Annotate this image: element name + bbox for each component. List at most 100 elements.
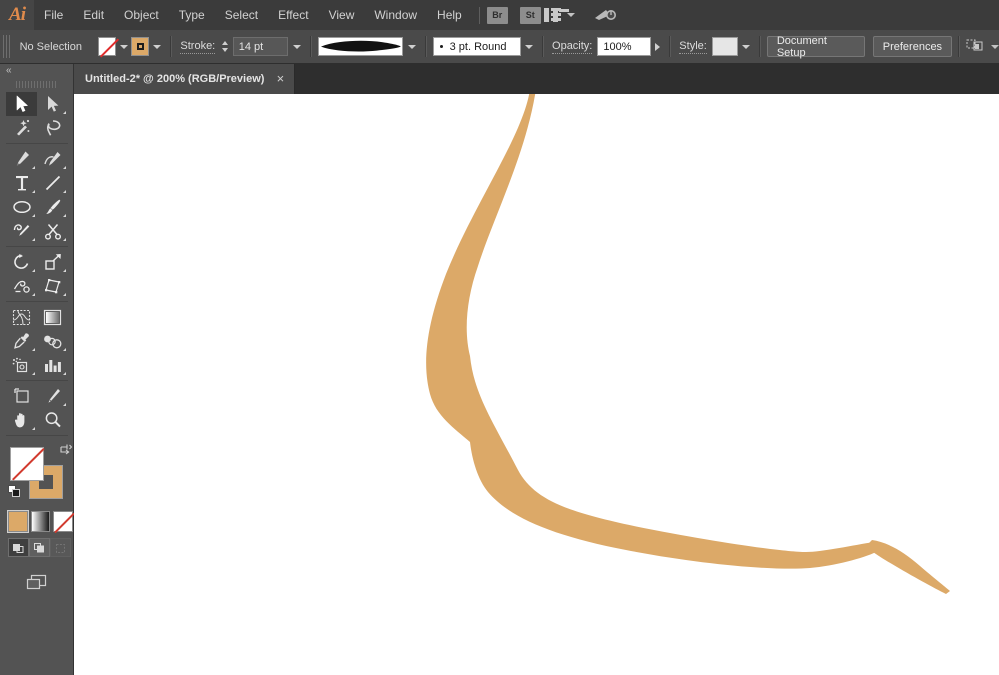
tool-ellipse[interactable]: [6, 195, 37, 219]
tools-panel-grip[interactable]: [16, 78, 58, 90]
flyout-triangle-icon: [63, 238, 66, 241]
tool-column-graph[interactable]: [37, 353, 68, 377]
control-bar-grip[interactable]: [3, 35, 12, 58]
flyout-triangle-icon: [32, 348, 35, 351]
artboard-canvas[interactable]: [74, 94, 999, 675]
opacity-expand-arrow[interactable]: [651, 37, 663, 56]
fill-color-swatch[interactable]: [10, 447, 44, 481]
tools-panel: «: [0, 64, 74, 675]
tool-mesh[interactable]: [6, 305, 37, 329]
flyout-triangle-icon: [63, 269, 66, 272]
control-divider-2: [310, 36, 312, 57]
stroke-swatch[interactable]: [131, 37, 149, 56]
tool-free-transform[interactable]: [37, 274, 68, 298]
tool-type[interactable]: [6, 171, 37, 195]
stroke-dropdown-arrow[interactable]: [150, 37, 164, 56]
tool-line-segment[interactable]: [37, 171, 68, 195]
opacity-input[interactable]: 100%: [597, 37, 651, 56]
tool-width-warp[interactable]: [6, 274, 37, 298]
bridge-button[interactable]: Br: [487, 7, 508, 24]
tool-pen[interactable]: [6, 147, 37, 171]
close-icon[interactable]: ×: [274, 73, 286, 85]
tool-slice[interactable]: [37, 384, 68, 408]
brush-definition-preview[interactable]: [318, 37, 404, 56]
fill-stroke-controls: [8, 445, 70, 505]
menu-view[interactable]: View: [319, 0, 365, 30]
style-label[interactable]: Style:: [679, 40, 707, 54]
menu-help[interactable]: Help: [427, 0, 472, 30]
selection-status: No Selection: [16, 41, 98, 53]
tool-hand[interactable]: [6, 408, 37, 432]
flyout-triangle-icon: [63, 111, 66, 114]
tool-shaper-pencil[interactable]: [6, 219, 37, 243]
tool-lasso[interactable]: [37, 116, 68, 140]
collapse-panel-icon[interactable]: «: [6, 66, 11, 76]
color-swatch-mode-button[interactable]: [8, 511, 28, 532]
tools-panel-header[interactable]: «: [0, 64, 73, 78]
draw-normal-button[interactable]: [8, 538, 29, 557]
flyout-triangle-icon: [32, 269, 35, 272]
tool-direct-selection[interactable]: [37, 92, 68, 116]
width-profile-field[interactable]: 3 pt. Round: [433, 37, 521, 56]
menu-edit[interactable]: Edit: [73, 0, 114, 30]
menu-object[interactable]: Object: [114, 0, 169, 30]
width-profile-label: 3 pt. Round: [450, 41, 507, 53]
tool-group-divider-5: [6, 432, 68, 439]
swap-fill-stroke-icon[interactable]: [59, 443, 72, 456]
fill-swatch[interactable]: [98, 37, 116, 56]
brush-definition-dropdown-arrow[interactable]: [404, 37, 418, 56]
menu-file[interactable]: File: [34, 0, 73, 30]
tool-blend[interactable]: [37, 329, 68, 353]
tool-scale[interactable]: [37, 250, 68, 274]
graphic-style-swatch[interactable]: [712, 37, 738, 56]
menu-select[interactable]: Select: [215, 0, 268, 30]
flyout-triangle-icon: [32, 293, 35, 296]
tool-scissors-eraser[interactable]: [37, 219, 68, 243]
tool-gradient[interactable]: [37, 305, 68, 329]
style-dropdown-arrow[interactable]: [739, 37, 753, 56]
width-profile-dot-icon: [440, 45, 443, 48]
menu-type[interactable]: Type: [169, 0, 215, 30]
creative-cloud-sync-icon[interactable]: [593, 6, 617, 24]
stock-button[interactable]: St: [520, 7, 541, 24]
menu-effect[interactable]: Effect: [268, 0, 318, 30]
control-divider-6: [759, 36, 761, 57]
chevron-down-icon[interactable]: [567, 13, 575, 17]
tool-magic-wand[interactable]: [6, 116, 37, 140]
flyout-triangle-icon: [63, 293, 66, 296]
tool-rotate[interactable]: [6, 250, 37, 274]
tool-paintbrush[interactable]: [37, 195, 68, 219]
stroke-weight-dropdown-arrow[interactable]: [289, 37, 303, 56]
default-fill-stroke-icon[interactable]: [8, 485, 21, 498]
artwork-layer: [74, 94, 999, 675]
flyout-triangle-icon: [63, 372, 66, 375]
tool-group-divider-3: [6, 298, 68, 305]
opacity-label[interactable]: Opacity:: [552, 40, 592, 54]
align-to-selection-icon[interactable]: [966, 38, 999, 55]
tool-curvature[interactable]: [37, 147, 68, 171]
stroke-weight-stepper[interactable]: [220, 37, 230, 56]
tool-eyedropper[interactable]: [6, 329, 37, 353]
draw-inside-button: [50, 538, 71, 557]
document-setup-button[interactable]: Document Setup: [767, 36, 865, 57]
tool-group-divider-4: [6, 377, 68, 384]
menu-window[interactable]: Window: [364, 0, 427, 30]
screen-mode-button[interactable]: [0, 573, 73, 593]
menu-divider: [479, 7, 480, 24]
tool-zoom[interactable]: [37, 408, 68, 432]
align-chevron-down-icon[interactable]: [991, 45, 999, 49]
width-profile-dropdown-arrow[interactable]: [522, 37, 536, 56]
tool-symbol-sprayer[interactable]: [6, 353, 37, 377]
tool-artboard[interactable]: [6, 384, 37, 408]
document-tab[interactable]: Untitled-2* @ 200% (RGB/Preview) ×: [74, 64, 295, 94]
none-mode-button[interactable]: [53, 511, 73, 532]
preferences-button[interactable]: Preferences: [873, 36, 952, 57]
draw-behind-button[interactable]: [29, 538, 50, 557]
document-tab-title: Untitled-2* @ 200% (RGB/Preview): [85, 73, 264, 85]
tool-selection[interactable]: [6, 92, 37, 116]
workspace-switcher-icon[interactable]: [553, 8, 575, 22]
tapered-calligraphic-stroke: [426, 94, 876, 569]
stroke-weight-input[interactable]: 14 pt: [233, 37, 289, 56]
stroke-label[interactable]: Stroke:: [180, 40, 215, 54]
gradient-mode-button[interactable]: [31, 511, 51, 532]
